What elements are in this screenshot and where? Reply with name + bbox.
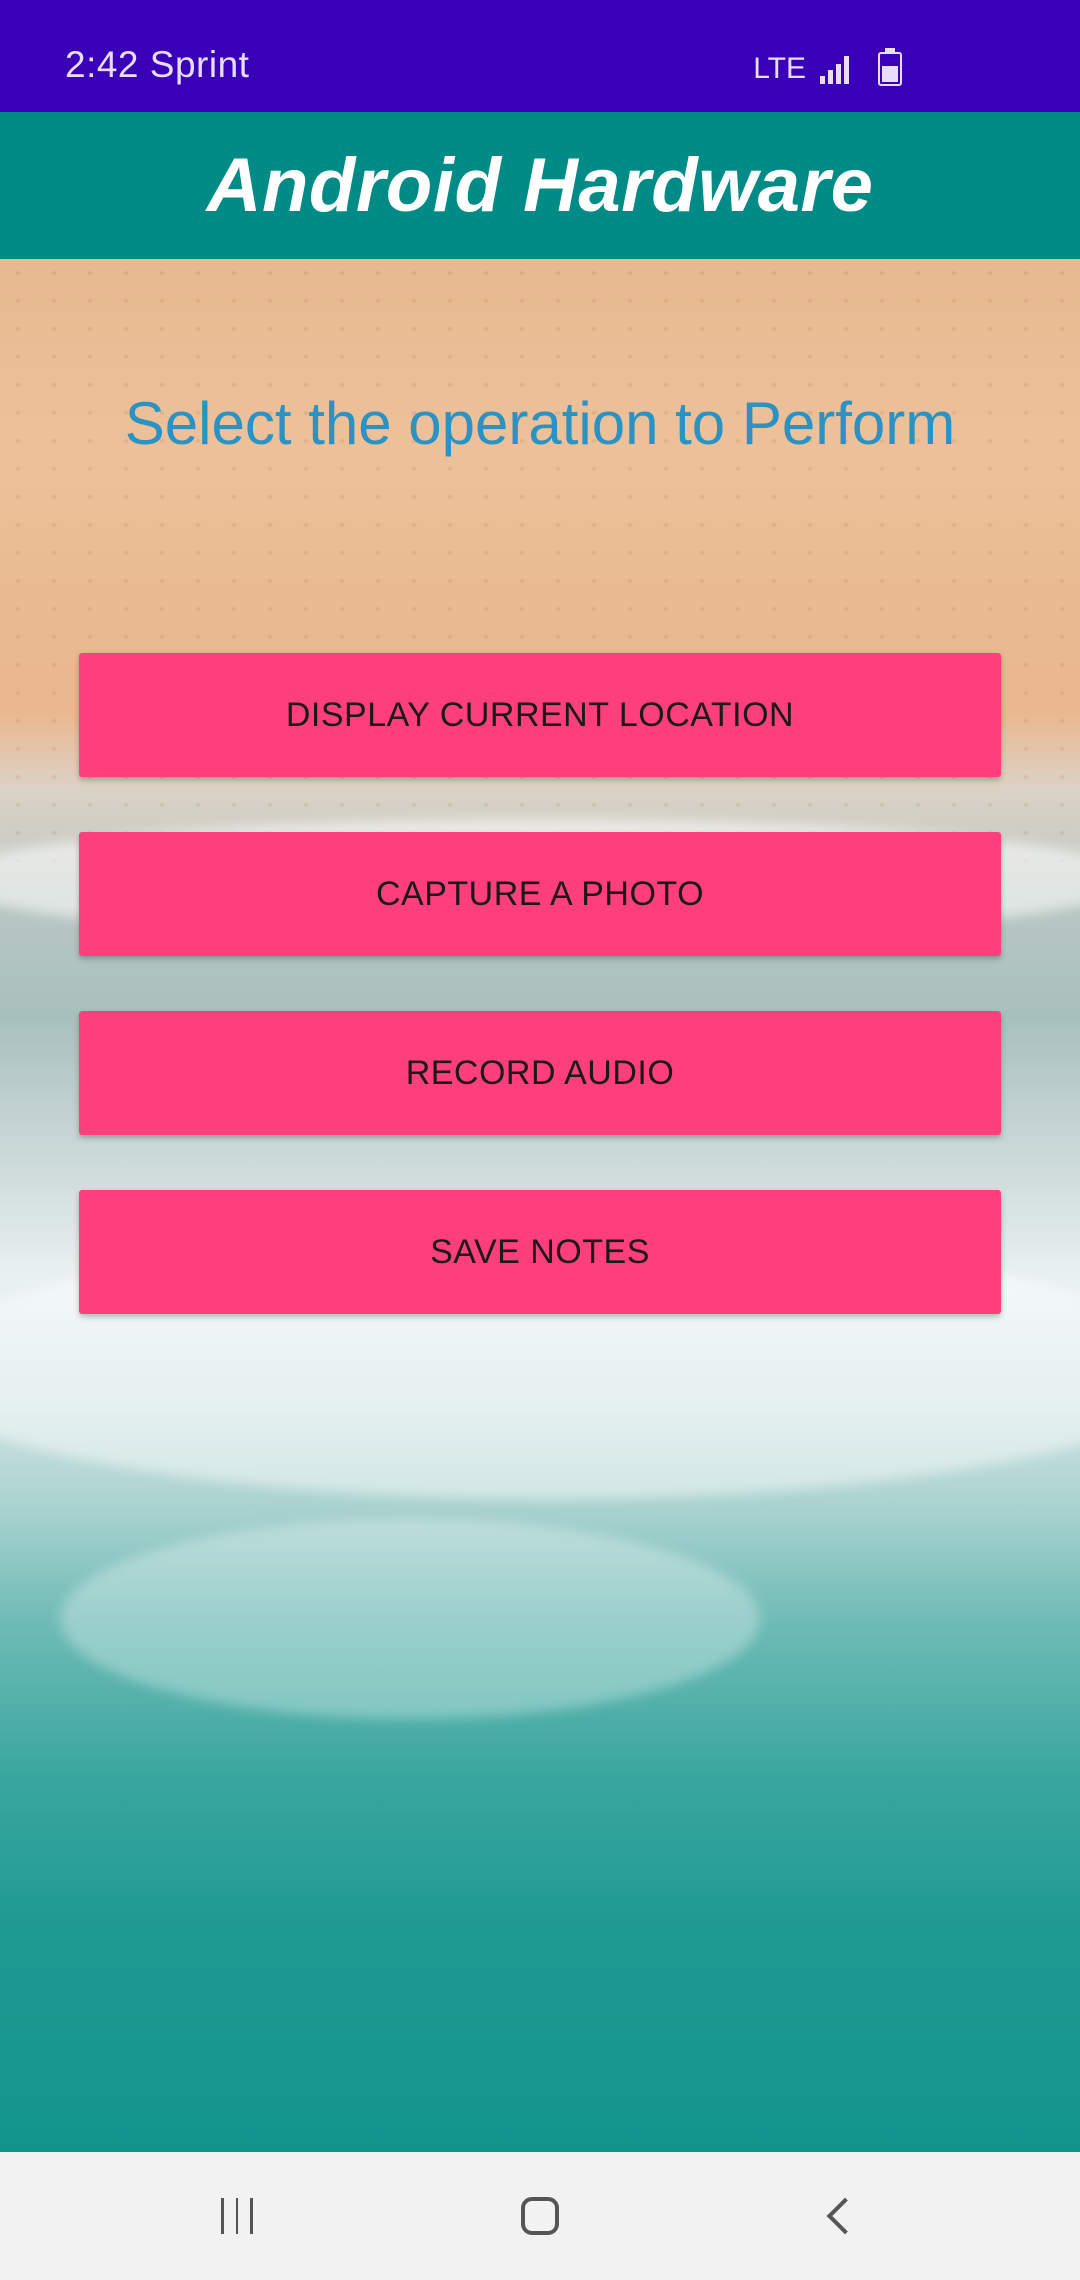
app-title: Android Hardware [206,143,874,228]
app-bar: Android Hardware [0,112,1080,259]
status-bar: 2:42 Sprint LTE [0,0,1080,112]
beach-background [0,259,1080,879]
page-heading: Select the operation to Perform [124,390,956,457]
navigation-bar [0,2152,1080,2280]
battery-icon [878,48,902,86]
capture-photo-button[interactable]: CAPTURE A PHOTO [79,832,1001,956]
signal-icon [820,54,854,84]
wave-foam [60,1519,760,1719]
record-audio-button[interactable]: RECORD AUDIO [79,1011,1001,1135]
status-icons: LTE [753,48,902,86]
network-type-label: LTE [753,52,806,85]
back-icon[interactable] [820,2192,864,2240]
main-content: Select the operation to Perform DISPLAY … [0,259,1080,2152]
home-icon[interactable] [516,2192,564,2240]
status-time-carrier: 2:42 Sprint [65,44,250,85]
save-notes-button[interactable]: SAVE NOTES [79,1190,1001,1314]
recents-icon[interactable] [215,2192,259,2240]
display-location-button[interactable]: DISPLAY CURRENT LOCATION [79,653,1001,777]
